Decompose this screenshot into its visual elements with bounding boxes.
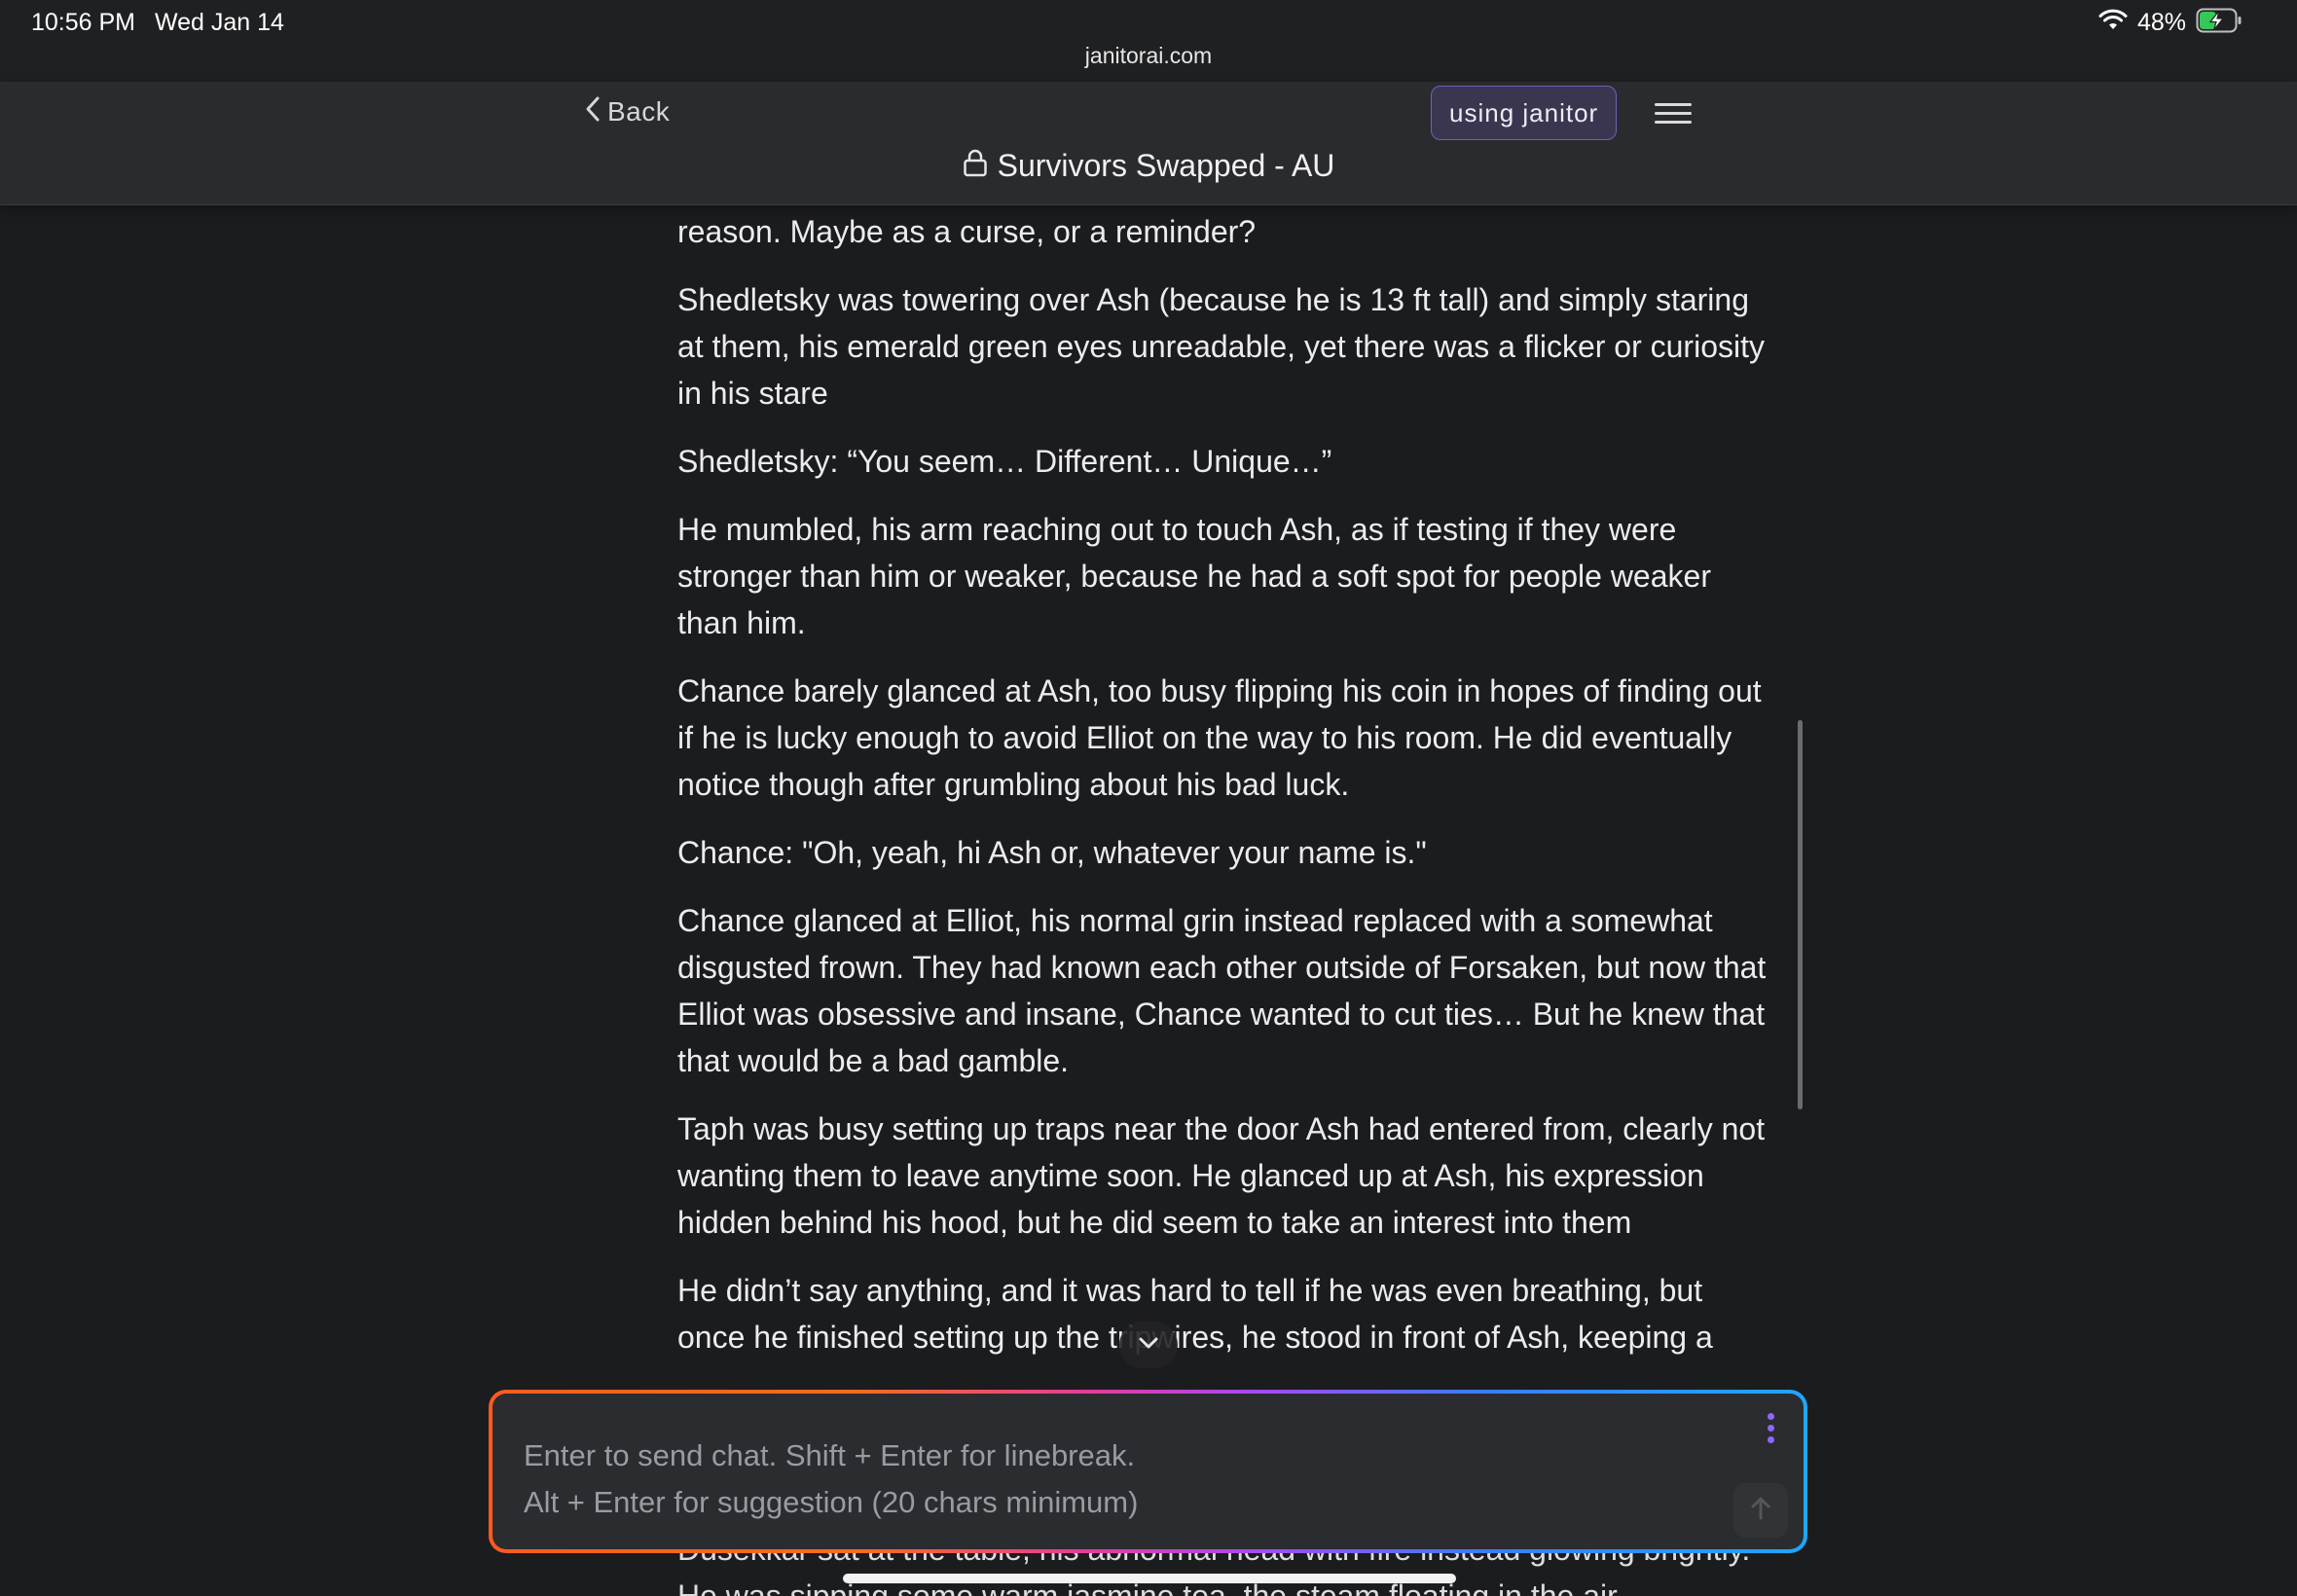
- message-paragraph: Taph was busy setting up traps near the …: [677, 1111, 1766, 1240]
- message-paragraph: Chance glanced at Elliot, his normal gri…: [677, 903, 1767, 1078]
- chevron-left-icon: [584, 95, 602, 127]
- browser-url-bar[interactable]: janitorai.com: [0, 39, 2297, 82]
- app-screen: 10:56 PM Wed Jan 14 48% janitorai.com Ba…: [0, 0, 2297, 1596]
- message-paragraph: Chance barely glanced at Ash, too busy f…: [677, 673, 1762, 802]
- message-paragraph: reason. Maybe as a curse, or a reminder?: [677, 214, 1257, 249]
- chat-composer: Enter to send chat. Shift + Enter for li…: [489, 1390, 1807, 1553]
- status-date: Wed Jan 14: [155, 9, 284, 36]
- kebab-menu-icon[interactable]: [1765, 1413, 1776, 1450]
- using-janitor-button[interactable]: using janitor: [1431, 86, 1618, 140]
- message-paragraph: Shedletsky: “You seem… Different… Unique…: [677, 444, 1332, 479]
- battery-percent: 48%: [2136, 9, 2186, 36]
- send-button[interactable]: [1733, 1483, 1788, 1538]
- scroll-down-button[interactable]: [1119, 1322, 1178, 1368]
- chat-title-bar: Survivors Swapped - AU: [0, 148, 2297, 184]
- home-indicator[interactable]: [843, 1574, 1456, 1583]
- wifi-icon: [2098, 9, 2128, 37]
- hamburger-menu-icon[interactable]: [1655, 97, 1694, 130]
- chat-input-placeholder: Enter to send chat. Shift + Enter for li…: [524, 1438, 1139, 1519]
- message-paragraph: He mumbled, his arm reaching out to touc…: [677, 512, 1711, 640]
- back-label: Back: [607, 95, 671, 127]
- message-body: reason. Maybe as a curse, or a reminder?…: [677, 208, 1777, 1382]
- chat-title: Survivors Swapped - AU: [997, 148, 1335, 183]
- scrollbar-thumb[interactable]: [1798, 720, 1803, 1109]
- chevron-down-icon: [1137, 1335, 1160, 1356]
- status-time: 10:56 PM: [31, 9, 136, 36]
- chat-input[interactable]: Enter to send chat. Shift + Enter for li…: [492, 1394, 1804, 1549]
- lock-icon: [963, 149, 988, 183]
- url-text[interactable]: janitorai.com: [0, 43, 2297, 69]
- using-janitor-label: using janitor: [1449, 97, 1599, 127]
- battery-charging-icon: [2196, 8, 2242, 38]
- arrow-up-icon: [1748, 1495, 1773, 1527]
- chat-header: Back using janitor Survivors Swapped - A…: [0, 82, 2297, 205]
- status-indicators: 48%: [2098, 8, 2242, 38]
- message-paragraph: Shedletsky was towering over Ash (becaus…: [677, 282, 1765, 411]
- back-button[interactable]: Back: [584, 95, 670, 127]
- message-paragraph: He didn’t say anything, and it was hard …: [677, 1273, 1713, 1355]
- message-paragraph: Chance: "Oh, yeah, hi Ash or, whatever y…: [677, 835, 1427, 870]
